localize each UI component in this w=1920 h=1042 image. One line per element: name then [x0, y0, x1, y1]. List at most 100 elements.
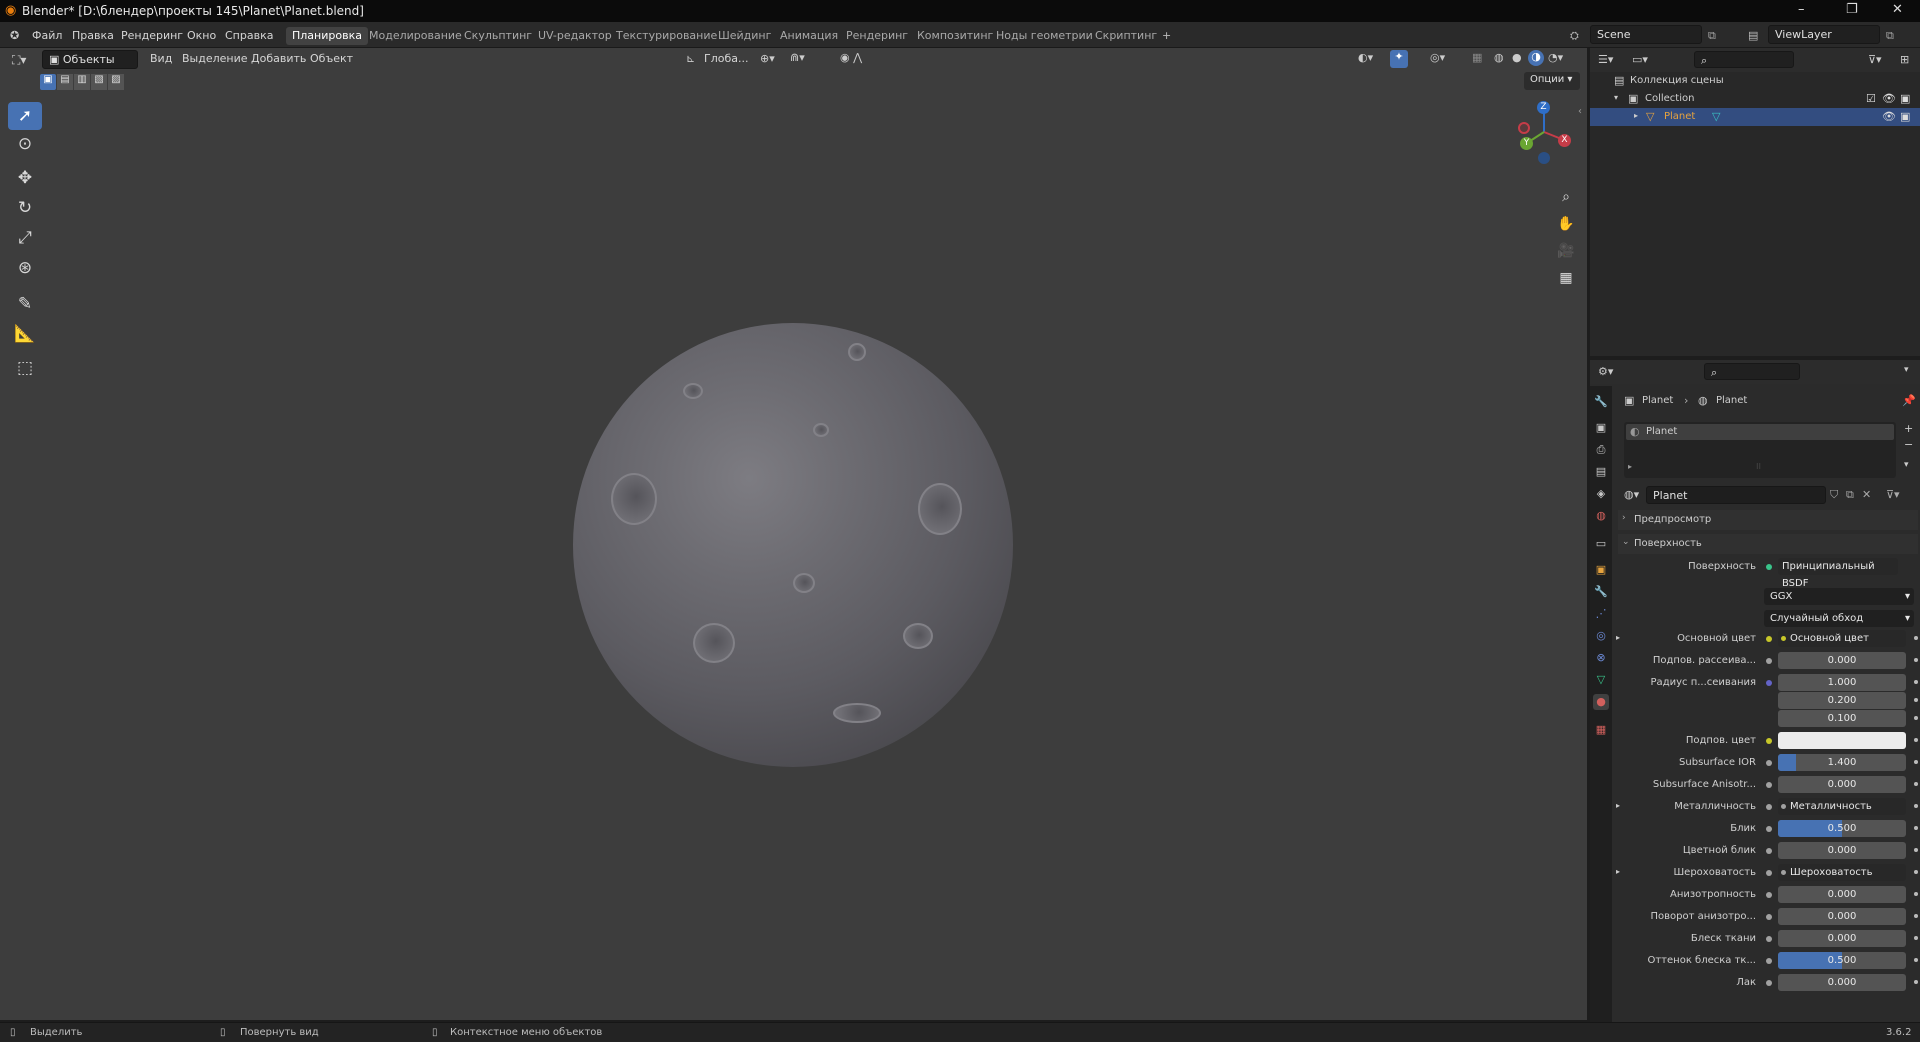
menu-help[interactable]: Справка [225, 29, 273, 42]
numeric-input-field[interactable]: 1.000 [1778, 674, 1906, 691]
rotate-tool[interactable]: ↻ [8, 194, 42, 222]
transform-orientation[interactable]: Глоба... [704, 52, 748, 65]
gizmo-z-axis[interactable]: Z [1537, 101, 1550, 114]
viewlayer-selector[interactable]: ViewLayer [1768, 25, 1880, 44]
preview-panel-header[interactable]: › Предпросмотр [1618, 510, 1918, 530]
camera-view-icon[interactable]: 🎥 [1554, 239, 1578, 263]
display-mode-icon[interactable]: ▭▾ [1632, 53, 1648, 66]
keyframe-dot-icon[interactable] [1914, 658, 1918, 662]
linked-input-field[interactable]: Шероховатость [1778, 864, 1906, 881]
keyframe-dot-icon[interactable] [1914, 870, 1918, 874]
material-shading-icon[interactable]: ◑ [1528, 50, 1544, 66]
measure-tool[interactable]: 📐 [8, 320, 42, 348]
expand-socket-icon[interactable]: ▸ [1616, 801, 1620, 810]
keyframe-dot-icon[interactable] [1914, 958, 1918, 962]
rendered-shading-icon[interactable]: ◔▾ [1548, 51, 1563, 64]
outliner-editor-icon[interactable]: ☰▾ [1598, 53, 1613, 66]
distribution-dropdown[interactable]: GGX ▾ [1764, 588, 1914, 605]
annotate-tool[interactable]: ✎ [8, 290, 42, 318]
gizmo-neg-z[interactable] [1538, 152, 1550, 164]
select-box-tool[interactable]: ➚ [8, 102, 42, 130]
select-intersect-icon[interactable]: ▨ [108, 74, 124, 90]
pin-icon[interactable]: 📌 [1902, 394, 1916, 407]
unlink-material-icon[interactable]: ✕ [1862, 488, 1871, 501]
solid-shading-icon[interactable]: ● [1512, 51, 1522, 64]
snap-icon[interactable]: ⋒▾ [790, 51, 805, 64]
add-slot-button[interactable]: + [1904, 422, 1913, 435]
menu-object[interactable]: Объект [310, 52, 353, 65]
particles-tab-icon[interactable]: ⋰ [1593, 606, 1609, 622]
duplicate-material-icon[interactable]: ⧉ [1846, 488, 1854, 502]
collection-checkbox[interactable]: ☑ [1866, 92, 1876, 105]
outliner-row-collection[interactable]: ▾ ▣ Collection ☑ 👁 ▣ [1590, 90, 1920, 108]
tab-animation[interactable]: Анимация [774, 27, 844, 45]
numeric-input-field[interactable]: 0.000 [1778, 908, 1906, 925]
outliner-row-scene-collection[interactable]: ▤ Коллекция сцены [1590, 72, 1920, 90]
render-tab-icon[interactable]: ▣ [1593, 420, 1609, 436]
material-name-field[interactable]: Planet [1646, 486, 1826, 504]
numeric-input-field[interactable]: 0.100 [1778, 710, 1906, 727]
world-tab-icon[interactable]: ◍ [1593, 508, 1609, 524]
eye-icon[interactable]: 👁 [1882, 92, 1896, 105]
scene-selector[interactable]: Scene [1590, 25, 1702, 44]
gizmo-x-axis[interactable]: X [1558, 134, 1571, 147]
numeric-input-field[interactable]: 0.500 [1778, 952, 1906, 969]
linked-input-field[interactable]: Металличность [1778, 798, 1906, 815]
surface-panel-header[interactable]: ⌄ Поверхность [1618, 534, 1918, 554]
gizmo-neg-x[interactable] [1518, 122, 1530, 134]
pan-hand-icon[interactable]: ✋ [1554, 212, 1578, 236]
add-workspace-button[interactable]: + [1156, 27, 1177, 45]
xray-icon[interactable]: ▦ [1472, 51, 1482, 64]
numeric-input-field[interactable]: 0.000 [1778, 776, 1906, 793]
tab-rendering[interactable]: Рендеринг [840, 27, 914, 45]
numeric-input-field[interactable]: 0.000 [1778, 842, 1906, 859]
view-layer-tab-icon[interactable]: ▤ [1593, 464, 1609, 480]
tab-geometry-nodes[interactable]: Ноды геометрии [990, 27, 1099, 45]
keyframe-dot-icon[interactable] [1914, 892, 1918, 896]
overlay-icon[interactable]: ◎▾ [1430, 51, 1445, 64]
keyframe-dot-icon[interactable] [1914, 848, 1918, 852]
list-expand-icon[interactable]: ▸ [1628, 462, 1632, 471]
expand-icon[interactable]: ▸ [1634, 111, 1638, 120]
scale-tool[interactable]: ⤢ [8, 224, 42, 252]
material-browse-icon[interactable]: ◍▾ [1624, 488, 1639, 501]
tab-modeling[interactable]: Моделирование [363, 27, 468, 45]
tab-sculpting[interactable]: Скульптинг [458, 27, 538, 45]
numeric-input-field[interactable]: 0.500 [1778, 820, 1906, 837]
properties-editor-icon[interactable]: ⚙▾ [1598, 365, 1613, 378]
3d-viewport[interactable]: ⛶▾ ▣ Объекты Вид Выделение Добавить Объе… [0, 48, 1587, 1020]
select-subtract-icon[interactable]: ▥ [74, 74, 90, 90]
linked-input-field[interactable]: Основной цвет [1778, 630, 1906, 647]
close-button[interactable]: ✕ [1892, 2, 1903, 17]
expand-socket-icon[interactable]: ▸ [1616, 867, 1620, 876]
gizmo-toggle-icon[interactable]: ✦ [1390, 50, 1408, 68]
slot-menu-chevron-icon[interactable]: ▾ [1904, 460, 1909, 470]
new-scene-icon[interactable]: ⧉ [1708, 29, 1716, 43]
tool-tab-icon[interactable]: 🔧 [1593, 394, 1609, 410]
color-swatch-field[interactable] [1778, 732, 1906, 749]
new-viewlayer-icon[interactable]: ⧉ [1886, 29, 1894, 43]
expand-icon[interactable]: ▾ [1614, 93, 1618, 102]
output-tab-icon[interactable]: ⎙ [1593, 442, 1609, 458]
wireframe-shading-icon[interactable]: ◍ [1494, 51, 1504, 64]
menu-file[interactable]: Файл [32, 29, 62, 42]
new-collection-icon[interactable]: ⊞ [1900, 53, 1909, 66]
numeric-input-field[interactable]: 0.200 [1778, 692, 1906, 709]
keyframe-dot-icon[interactable] [1914, 804, 1918, 808]
editor-type-icon[interactable]: ⛶▾ [12, 53, 26, 68]
resize-grip-icon[interactable]: ⁝⁝ [1756, 462, 1761, 471]
mode-selector[interactable]: ▣ Объекты [42, 50, 138, 69]
keyframe-dot-icon[interactable] [1914, 716, 1918, 720]
material-slot-list[interactable]: ◐ Planet ▸ ⁝⁝ [1624, 422, 1896, 478]
scene-icon[interactable]: ⛭ [1570, 29, 1579, 43]
tab-layout[interactable]: Планировка [286, 27, 368, 45]
subsurface-method-dropdown[interactable]: Случайный обход ▾ [1764, 610, 1914, 627]
keyframe-dot-icon[interactable] [1914, 680, 1918, 684]
collection-tab-icon[interactable]: ▭ [1593, 536, 1609, 552]
keyframe-dot-icon[interactable] [1914, 738, 1918, 742]
fake-user-icon[interactable]: ⛉ [1830, 488, 1838, 502]
menu-window[interactable]: Окно [187, 29, 216, 42]
select-extend-icon[interactable]: ▤ [57, 74, 73, 90]
select-invert-icon[interactable]: ▧ [91, 74, 107, 90]
eye-icon[interactable]: 👁 [1882, 110, 1896, 123]
